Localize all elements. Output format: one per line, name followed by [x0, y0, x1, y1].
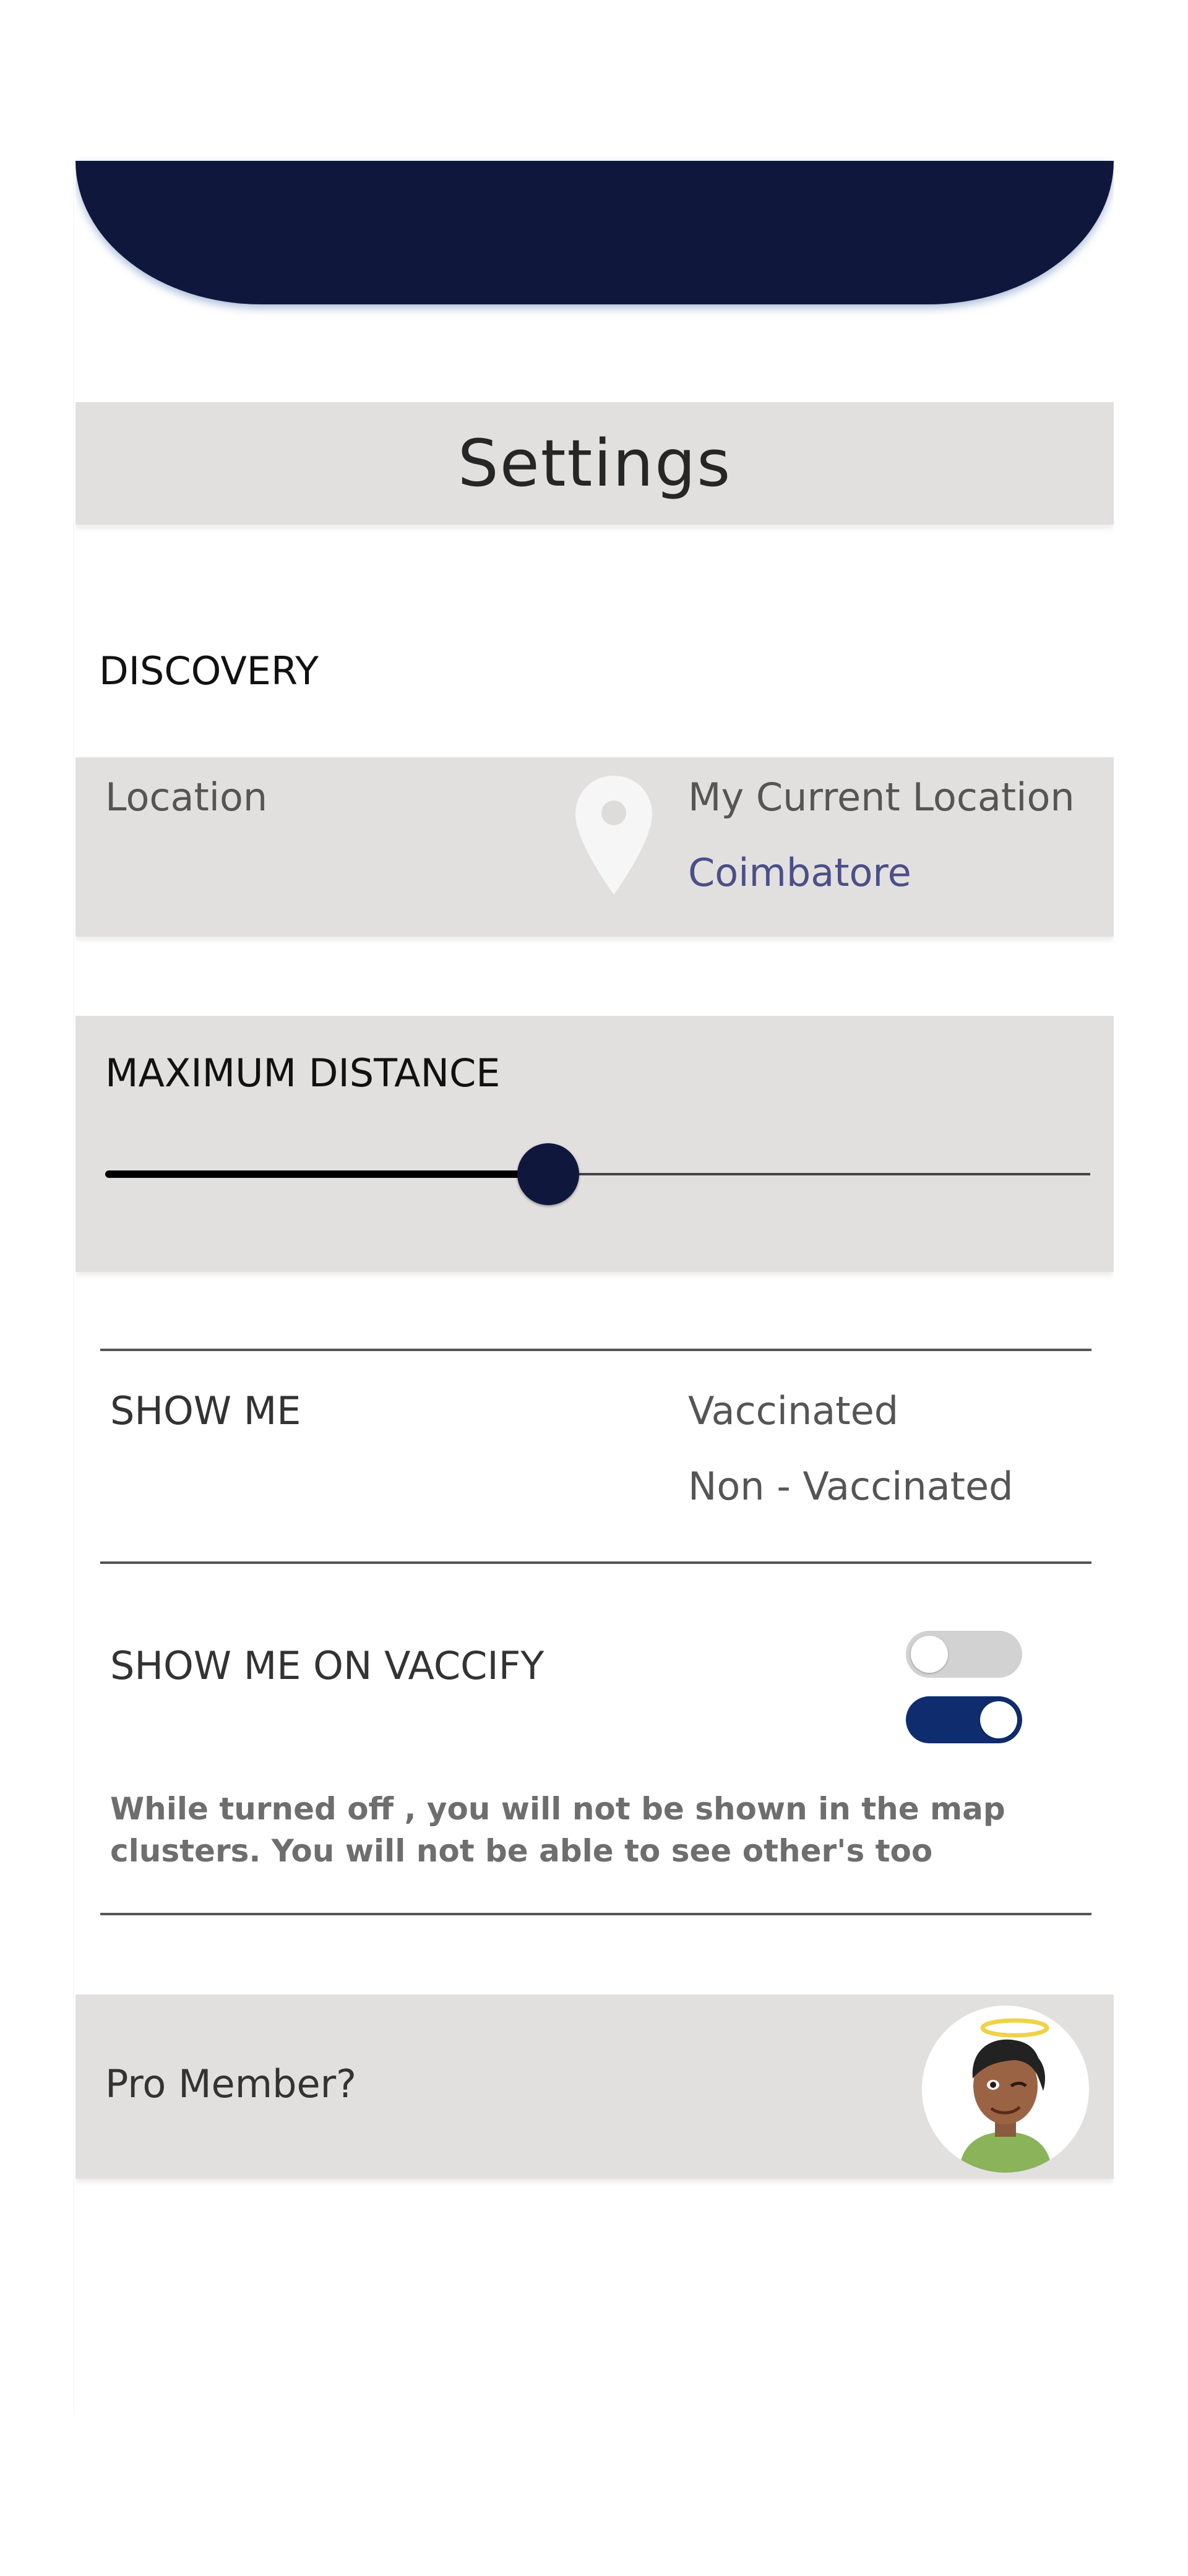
- maximum-distance-panel: MAXIMUM DISTANCE: [75, 1016, 1114, 1272]
- divider: [100, 1561, 1091, 1564]
- divider: [100, 1349, 1091, 1351]
- vaccify-toggle-off[interactable]: [906, 1631, 1022, 1678]
- show-me-option-vaccinated[interactable]: Vaccinated: [688, 1388, 898, 1433]
- show-me-option-non-vaccinated[interactable]: Non - Vaccinated: [688, 1464, 1014, 1509]
- location-row[interactable]: Location My Current Location Coimbatore: [75, 757, 1114, 937]
- city-link[interactable]: Coimbatore: [688, 850, 911, 895]
- toggle-knob: [980, 1701, 1017, 1738]
- vaccify-toggle-on[interactable]: [906, 1696, 1022, 1743]
- distance-slider-thumb[interactable]: [517, 1143, 580, 1205]
- toggle-knob: [911, 1636, 948, 1673]
- page-title-bar: Settings: [75, 402, 1114, 525]
- map-pin-icon: [575, 776, 652, 895]
- distance-slider-fill: [105, 1170, 549, 1178]
- show-me-on-vaccify-label: SHOW ME ON VACCIFY: [110, 1643, 544, 1688]
- vaccify-note: While turned off , you will not be shown…: [110, 1791, 1005, 1869]
- maximum-distance-heading: MAXIMUM DISTANCE: [105, 1050, 501, 1096]
- location-label: Location: [105, 775, 268, 820]
- pro-member-row[interactable]: Pro Member?: [75, 1994, 1114, 2179]
- settings-screen: Settings DISCOVERY Location My Current L…: [75, 0, 1114, 2413]
- halo-avatar-icon: [922, 2006, 1089, 2173]
- pro-member-label: Pro Member?: [105, 2061, 356, 2106]
- divider: [100, 1913, 1091, 1915]
- avatar[interactable]: [922, 2006, 1089, 2173]
- current-location-text: My Current Location: [688, 775, 1075, 820]
- header-banner: [75, 161, 1114, 304]
- show-me-label: SHOW ME: [110, 1388, 301, 1433]
- page-title: Settings: [457, 426, 732, 501]
- discovery-heading: DISCOVERY: [99, 648, 319, 693]
